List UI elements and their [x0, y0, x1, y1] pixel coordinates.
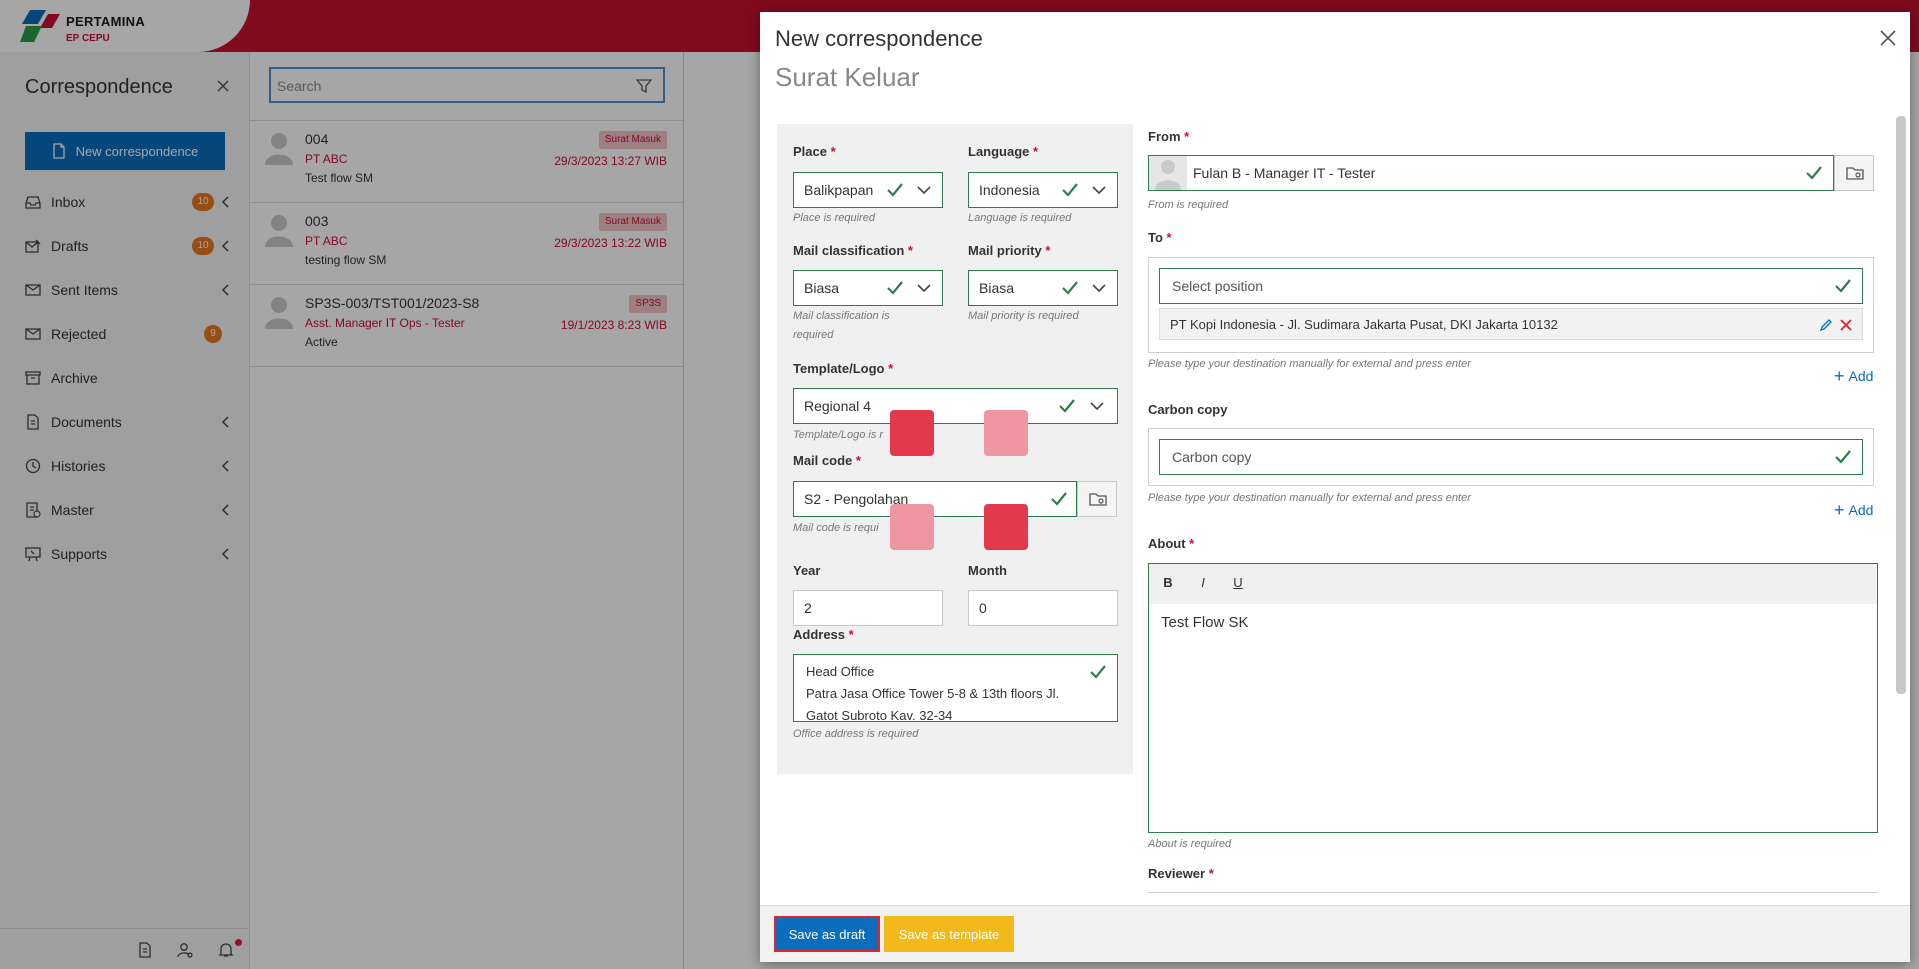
- cc-label: Carbon copy: [1148, 402, 1228, 417]
- dialog-footer: Save as draft Save as template: [760, 905, 1910, 962]
- chevron-down-icon: [917, 284, 931, 293]
- folder-search-icon: [1089, 493, 1107, 506]
- pencil-icon[interactable]: [1818, 317, 1834, 333]
- marker: [984, 410, 1028, 456]
- to-label: To *: [1148, 230, 1172, 245]
- from-field[interactable]: Fulan B - Manager IT - Tester: [1148, 155, 1834, 191]
- save-as-draft-button[interactable]: Save as draft: [774, 916, 880, 952]
- priority-label: Mail priority *: [968, 243, 1051, 258]
- reviewer-label: Reviewer *: [1148, 866, 1214, 881]
- metadata-panel: Place * Balikpapan Place is required Lan…: [777, 124, 1133, 774]
- cc-hint: Please type your destination manually fo…: [1148, 492, 1471, 504]
- place-label: Place *: [793, 144, 836, 159]
- italic-button[interactable]: I: [1192, 575, 1214, 595]
- check-icon: [1059, 399, 1075, 413]
- dialog-scrollbar[interactable]: [1896, 116, 1906, 694]
- chevron-down-icon: [1092, 186, 1106, 195]
- marker: [984, 504, 1028, 550]
- check-icon: [1835, 450, 1851, 464]
- priority-hint: Mail priority is required: [968, 310, 1079, 322]
- add-cc-link[interactable]: + Add: [1834, 501, 1873, 519]
- chevron-down-icon: [917, 186, 931, 195]
- reviewer-field[interactable]: [1148, 892, 1878, 906]
- cc-input[interactable]: Carbon copy: [1159, 439, 1863, 475]
- chevron-down-icon: [1090, 402, 1104, 411]
- destination-chip: PT Kopi Indonesia - Jl. Sudimara Jakarta…: [1159, 308, 1863, 340]
- classification-label: Mail classification *: [793, 243, 913, 258]
- to-hint: Please type your destination manually fo…: [1148, 358, 1471, 370]
- cc-group: Carbon copy: [1148, 428, 1874, 486]
- month-label: Month: [968, 563, 1007, 578]
- add-to-link[interactable]: + Add: [1834, 367, 1873, 385]
- language-select[interactable]: Indonesia: [968, 172, 1118, 208]
- classification-hint: Mail classification is: [793, 310, 890, 322]
- template-hint: Template/Logo is r: [793, 429, 884, 441]
- save-as-template-button[interactable]: Save as template: [884, 916, 1014, 952]
- about-editor[interactable]: B I U Test Flow SK: [1148, 563, 1878, 833]
- folder-search-icon: [1846, 167, 1864, 180]
- address-label: Address *: [793, 627, 854, 642]
- check-icon: [1062, 281, 1078, 295]
- to-group: Select position PT Kopi Indonesia - Jl. …: [1148, 257, 1874, 353]
- address-hint: Office address is required: [793, 728, 919, 740]
- place-select[interactable]: Balikpapan: [793, 172, 943, 208]
- dialog-subtitle: Surat Keluar: [775, 62, 920, 92]
- template-label: Template/Logo *: [793, 361, 894, 376]
- address-textarea[interactable]: Head Office Patra Jasa Office Tower 5-8 …: [793, 654, 1118, 722]
- check-icon: [1090, 665, 1106, 679]
- check-icon: [1835, 279, 1851, 293]
- bold-button[interactable]: B: [1157, 575, 1179, 595]
- check-icon: [1806, 166, 1822, 180]
- language-label: Language *: [968, 144, 1039, 159]
- remove-icon[interactable]: [1838, 317, 1854, 333]
- editor-toolbar: B I U: [1149, 564, 1877, 604]
- from-browse-button[interactable]: [1834, 155, 1874, 191]
- marker: [890, 504, 934, 550]
- classification-select[interactable]: Biasa: [793, 270, 943, 306]
- priority-select[interactable]: Biasa: [968, 270, 1118, 306]
- new-correspondence-dialog: New correspondence Surat Keluar Place * …: [760, 12, 1910, 962]
- month-input[interactable]: 0: [968, 590, 1118, 626]
- check-icon: [887, 183, 903, 197]
- mail-code-label: Mail code *: [793, 453, 861, 468]
- year-label: Year: [793, 563, 821, 578]
- from-hint: From is required: [1148, 199, 1229, 211]
- about-label: About *: [1148, 536, 1195, 551]
- marker: [890, 410, 934, 456]
- check-icon: [1051, 492, 1067, 506]
- avatar-icon: [1149, 156, 1187, 190]
- underline-button[interactable]: U: [1227, 575, 1249, 595]
- place-hint: Place is required: [793, 212, 875, 224]
- template-select[interactable]: Regional 4: [793, 388, 1118, 424]
- about-hint: About is required: [1148, 838, 1232, 850]
- mail-code-hint: Mail code is requi: [793, 522, 879, 534]
- mail-code-field[interactable]: S2 - Pengolahan: [793, 481, 1077, 517]
- to-position-select[interactable]: Select position: [1159, 268, 1863, 304]
- about-content[interactable]: Test Flow SK: [1161, 614, 1249, 631]
- from-label: From *: [1148, 129, 1190, 144]
- check-icon: [1062, 183, 1078, 197]
- language-hint: Language is required: [968, 212, 1072, 224]
- check-icon: [887, 281, 903, 295]
- close-icon[interactable]: [1878, 28, 1898, 48]
- year-input[interactable]: 2: [793, 590, 943, 626]
- classification-hint-2: required: [793, 329, 834, 341]
- dialog-title: New correspondence: [775, 26, 983, 51]
- chevron-down-icon: [1092, 284, 1106, 293]
- mail-code-browse-button[interactable]: [1077, 481, 1117, 517]
